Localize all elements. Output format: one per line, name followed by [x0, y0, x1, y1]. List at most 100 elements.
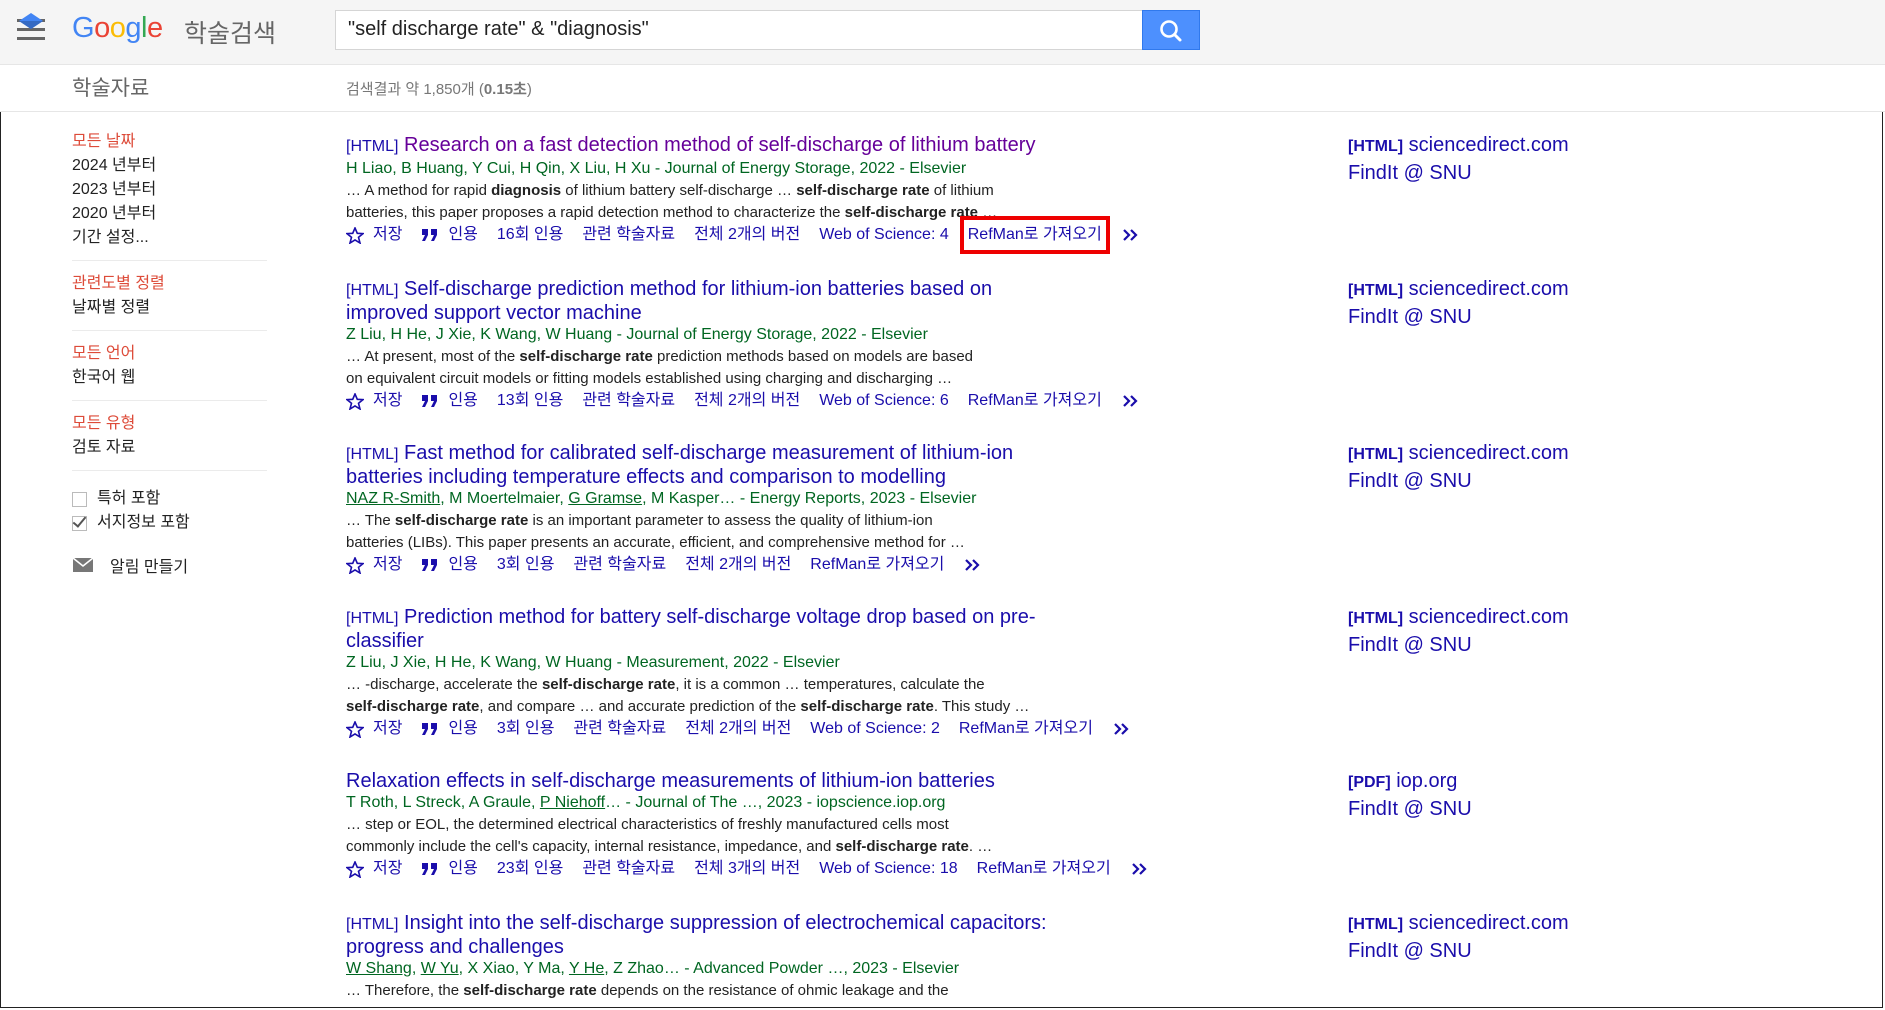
findit-link[interactable]: FindIt @ SNU	[1348, 304, 1569, 330]
filter-custom-range[interactable]: 기간 설정...	[72, 226, 267, 250]
cited-by-link[interactable]: 13회 인용	[497, 390, 563, 412]
cite-button[interactable]: 인용	[421, 224, 478, 246]
side-link: [HTML] sciencedirect.com FindIt @ SNU	[1348, 134, 1569, 186]
author-link[interactable]: Y He	[569, 960, 604, 977]
result-title-link[interactable]: Prediction method for battery self-disch…	[346, 606, 1035, 652]
import-refman-link[interactable]: RefMan로 가져오기	[959, 216, 1110, 254]
sort-by-relevance[interactable]: 관련도별 정렬	[72, 272, 267, 296]
cited-by-link[interactable]: 3회 인용	[497, 718, 555, 740]
create-alert-button[interactable]: 알림 만들기	[72, 553, 267, 577]
cite-button[interactable]: 인용	[421, 718, 478, 740]
cite-button[interactable]: 인용	[421, 554, 478, 576]
sort-by-date[interactable]: 날짜별 정렬	[72, 296, 267, 320]
result-title: [HTML] Prediction method for battery sel…	[346, 606, 1226, 652]
related-articles-link[interactable]: 관련 학술자료	[582, 858, 675, 880]
format-tag: [HTML]	[346, 916, 399, 933]
findit-link[interactable]: FindIt @ SNU	[1348, 160, 1569, 186]
star-icon	[346, 556, 364, 574]
web-of-science-link[interactable]: Web of Science: 6	[819, 390, 949, 412]
findit-link[interactable]: FindIt @ SNU	[1348, 938, 1569, 964]
full-text-link[interactable]: sciencedirect.com	[1409, 606, 1569, 628]
filter-review-articles[interactable]: 검토 자료	[72, 436, 267, 460]
related-articles-link[interactable]: 관련 학술자료	[573, 554, 666, 576]
result-authors: Z Liu, J Xie, H He, K Wang, W Huang - Me…	[346, 654, 840, 671]
filter-any-language[interactable]: 모든 언어	[72, 342, 267, 366]
format-tag: [HTML]	[346, 446, 399, 463]
filter-any-type[interactable]: 모든 유형	[72, 412, 267, 436]
web-of-science-link[interactable]: Web of Science: 2	[810, 718, 940, 740]
google-logo[interactable]: Google	[72, 12, 163, 45]
result-snippet: … A method for rapid diagnosis of lithiu…	[346, 182, 998, 221]
result-title-link[interactable]: Relaxation effects in self-discharge mea…	[346, 770, 995, 792]
all-versions-link[interactable]: 전체 2개의 버전	[694, 390, 800, 412]
save-button[interactable]: 저장	[346, 554, 402, 576]
all-versions-link[interactable]: 전체 2개의 버전	[685, 554, 791, 576]
cite-button[interactable]: 인용	[421, 858, 478, 880]
author-link[interactable]: W Yu	[421, 960, 459, 977]
search-input[interactable]	[336, 11, 1140, 47]
author-link[interactable]: P Niehoff	[540, 794, 605, 811]
findit-link[interactable]: FindIt @ SNU	[1348, 796, 1472, 822]
quote-icon	[422, 723, 438, 735]
author-link[interactable]: W Shang	[346, 960, 412, 977]
filter-since-2024[interactable]: 2024 년부터	[72, 154, 267, 178]
result-title-link[interactable]: Research on a fast detection method of s…	[404, 134, 1035, 156]
result-authors: H Liao, B Huang, Y Cui, H Qin, X Liu, H …	[346, 160, 967, 177]
filter-any-time[interactable]: 모든 날짜	[72, 130, 267, 154]
result-title-link[interactable]: Self-discharge prediction method for lit…	[346, 278, 992, 324]
sort-group: 관련도별 정렬 날짜별 정렬	[72, 272, 267, 331]
import-refman-link[interactable]: RefMan로 가져오기	[810, 554, 944, 576]
author-link[interactable]: NAZ R-Smith	[346, 490, 440, 507]
cited-by-link[interactable]: 23회 인용	[497, 858, 563, 880]
web-of-science-link[interactable]: Web of Science: 4	[819, 224, 949, 246]
full-text-link[interactable]: iop.org	[1396, 770, 1457, 792]
all-versions-link[interactable]: 전체 2개의 버전	[694, 224, 800, 246]
star-icon	[346, 226, 364, 244]
related-articles-link[interactable]: 관련 학술자료	[582, 390, 675, 412]
filter-since-2023[interactable]: 2023 년부터	[72, 178, 267, 202]
web-of-science-link[interactable]: Web of Science: 18	[819, 858, 957, 880]
more-icon[interactable]	[1112, 722, 1143, 736]
save-button[interactable]: 저장	[346, 718, 402, 740]
search-result: [HTML] Self-discharge prediction method …	[346, 278, 1346, 412]
search-result: Relaxation effects in self-discharge mea…	[346, 770, 1346, 880]
related-articles-link[interactable]: 관련 학술자료	[582, 224, 675, 246]
cited-by-link[interactable]: 16회 인용	[497, 224, 563, 246]
cite-button[interactable]: 인용	[421, 390, 478, 412]
checkbox-unchecked	[72, 491, 87, 507]
filter-korean[interactable]: 한국어 웹	[72, 366, 267, 390]
result-title-link[interactable]: Insight into the self-discharge suppress…	[346, 912, 1047, 958]
import-refman-link[interactable]: RefMan로 가져오기	[968, 390, 1102, 412]
star-icon	[346, 392, 364, 410]
cited-by-link[interactable]: 3회 인용	[497, 554, 555, 576]
more-icon[interactable]	[1121, 394, 1152, 408]
author-link[interactable]: G Gramse	[568, 490, 642, 507]
result-title-link[interactable]: Fast method for calibrated self-discharg…	[346, 442, 1013, 488]
full-text-link[interactable]: sciencedirect.com	[1409, 134, 1569, 156]
result-actions: 저장 인용 3회 인용 관련 학술자료 전체 2개의 버전 Web of Sci…	[346, 718, 1346, 740]
save-button[interactable]: 저장	[346, 390, 402, 412]
import-refman-link[interactable]: RefMan로 가져오기	[977, 858, 1111, 880]
findit-link[interactable]: FindIt @ SNU	[1348, 632, 1569, 658]
full-text-link[interactable]: sciencedirect.com	[1409, 278, 1569, 300]
save-button[interactable]: 저장	[346, 224, 402, 246]
more-icon[interactable]	[1121, 228, 1152, 242]
save-button[interactable]: 저장	[346, 858, 402, 880]
include-patents-checkbox[interactable]: 특허 포함	[72, 487, 267, 511]
result-actions: 저장 인용 23회 인용 관련 학술자료 전체 3개의 버전 Web of Sc…	[346, 858, 1346, 880]
include-citations-checkbox[interactable]: 서지정보 포함	[72, 511, 267, 535]
all-versions-link[interactable]: 전체 2개의 버전	[685, 718, 791, 740]
search-button[interactable]	[1142, 10, 1200, 50]
sub-header	[0, 65, 1885, 112]
all-versions-link[interactable]: 전체 3개의 버전	[694, 858, 800, 880]
related-articles-link[interactable]: 관련 학술자료	[573, 718, 666, 740]
findit-link[interactable]: FindIt @ SNU	[1348, 468, 1569, 494]
import-refman-link[interactable]: RefMan로 가져오기	[959, 718, 1093, 740]
full-text-link[interactable]: sciencedirect.com	[1409, 442, 1569, 464]
more-icon[interactable]	[1130, 862, 1161, 876]
result-authors: Z Liu, H He, J Xie, K Wang, W Huang - Jo…	[346, 326, 928, 343]
checkbox-checked	[72, 515, 87, 531]
more-icon[interactable]	[963, 558, 994, 572]
filter-since-2020[interactable]: 2020 년부터	[72, 202, 267, 226]
full-text-link[interactable]: sciencedirect.com	[1409, 912, 1569, 934]
